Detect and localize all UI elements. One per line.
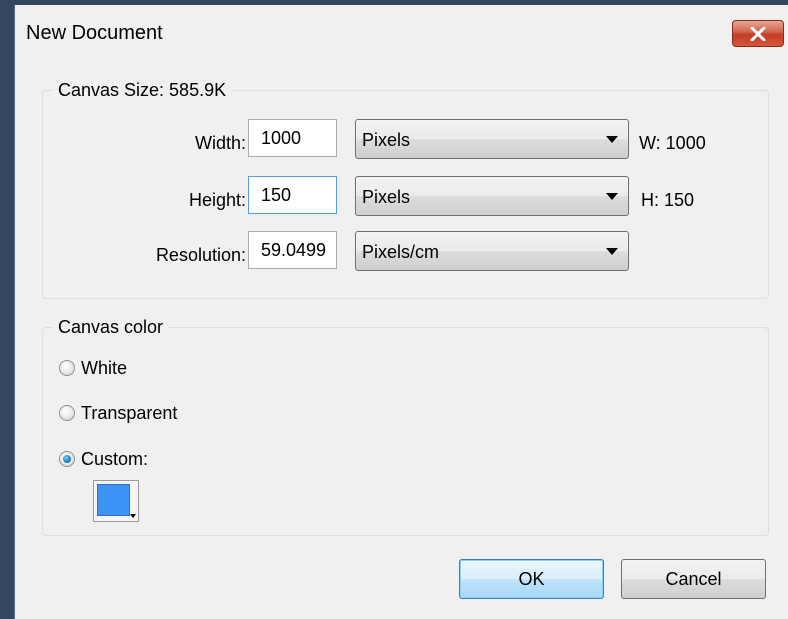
width-readout: W: 1000 — [639, 133, 706, 153]
custom-color-picker[interactable] — [93, 480, 139, 522]
radio-white[interactable]: White — [59, 356, 127, 380]
width-input[interactable] — [248, 119, 337, 157]
radio-custom[interactable]: Custom: — [59, 447, 148, 471]
ok-button[interactable]: OK — [459, 559, 604, 599]
close-button[interactable] — [732, 20, 784, 47]
resolution-label: Resolution: — [155, 245, 246, 265]
radio-button-checked[interactable] — [59, 451, 75, 467]
width-unit-value: Pixels — [362, 130, 411, 150]
canvas-size-legend: Canvas Size: 585.9K — [58, 80, 227, 100]
radio-white-label: White — [81, 357, 128, 378]
new-document-dialog: New Document Canvas Size: 585.9K Width: … — [14, 5, 788, 619]
radio-custom-label: Custom: — [81, 448, 149, 469]
height-input[interactable] — [248, 176, 337, 214]
width-label: Width: — [194, 133, 246, 153]
radio-button[interactable] — [59, 360, 75, 376]
canvas-color-group: Canvas color — [42, 317, 769, 536]
height-unit-select[interactable]: Pixels — [355, 176, 629, 216]
width-unit-select[interactable]: Pixels — [355, 119, 629, 159]
close-icon — [750, 26, 766, 41]
dropdown-arrow-icon — [130, 514, 136, 518]
radio-button[interactable] — [59, 405, 75, 421]
resolution-unit-value: Pixels/cm — [362, 242, 440, 262]
resolution-input[interactable] — [248, 231, 337, 269]
chevron-down-icon — [606, 248, 618, 255]
height-label: Height: — [188, 190, 246, 210]
radio-transparent[interactable]: Transparent — [59, 401, 177, 425]
title-bar[interactable]: New Document — [15, 5, 788, 60]
radio-transparent-label: Transparent — [81, 402, 178, 423]
height-readout: H: 150 — [641, 190, 695, 210]
color-swatch — [97, 484, 130, 516]
chevron-down-icon — [606, 193, 618, 200]
resolution-unit-select[interactable]: Pixels/cm — [355, 231, 629, 271]
cancel-button[interactable]: Cancel — [621, 559, 766, 599]
canvas-color-legend: Canvas color — [58, 317, 164, 337]
height-unit-value: Pixels — [362, 187, 411, 207]
dialog-title: New Document — [26, 22, 163, 44]
chevron-down-icon — [606, 136, 618, 143]
